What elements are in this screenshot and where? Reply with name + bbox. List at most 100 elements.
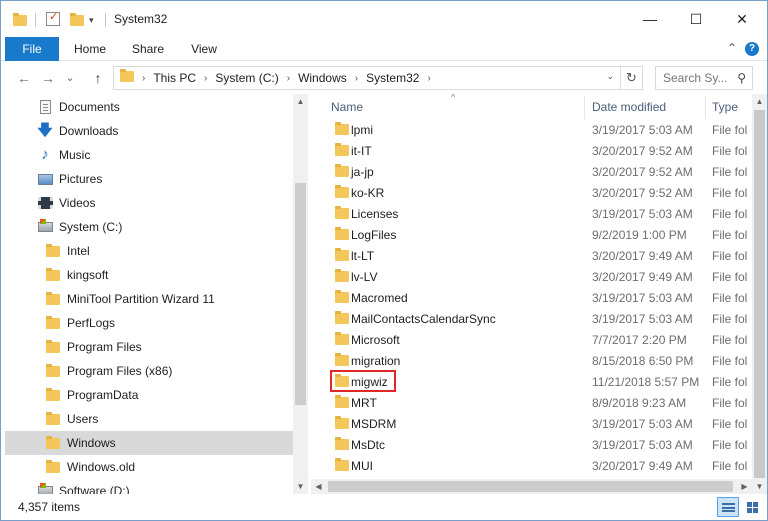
tree-item[interactable]: Windows.old <box>5 455 293 479</box>
forward-button[interactable]: → <box>39 69 57 87</box>
tree-item[interactable]: ♪ Music <box>5 143 293 167</box>
file-row[interactable]: migration 8/15/2018 6:50 PM File fol <box>311 350 767 371</box>
scroll-right-arrow[interactable]: ▶ <box>737 479 752 494</box>
file-row[interactable]: MailContactsCalendarSync 3/19/2017 5:03 A… <box>311 308 767 329</box>
toolbar-divider <box>35 13 36 27</box>
breadcrumb-this-pc[interactable]: This PC <box>153 71 196 85</box>
file-row[interactable]: it-IT 3/20/2017 9:52 AM File fol <box>311 140 767 161</box>
refresh-button[interactable]: ↻ <box>620 67 642 89</box>
tree-item[interactable]: Users <box>5 407 293 431</box>
column-divider[interactable] <box>584 96 585 119</box>
tree-item-label: Users <box>67 412 99 426</box>
folder-icon <box>45 291 61 307</box>
folder-icon <box>45 267 61 283</box>
file-row[interactable]: Licenses 3/19/2017 5:03 AM File fol <box>311 203 767 224</box>
tree-item[interactable]: Intel <box>5 239 293 263</box>
tree-item[interactable]: Videos <box>5 191 293 215</box>
tree-item[interactable]: MiniTool Partition Wizard 11 <box>5 287 293 311</box>
tree-item[interactable]: Windows <box>5 431 293 455</box>
folder-icon <box>45 339 61 355</box>
search-input[interactable] <box>663 71 729 85</box>
new-folder-icon[interactable] <box>70 11 84 29</box>
file-row[interactable]: MSDRM 3/19/2017 5:03 AM File fol <box>311 413 767 434</box>
scroll-up-arrow[interactable]: ▲ <box>752 94 767 109</box>
file-name: MsDtc <box>351 437 385 452</box>
tree-item[interactable]: Program Files (x86) <box>5 359 293 383</box>
folder-icon <box>335 122 349 138</box>
tree-item[interactable]: System (C:) <box>5 215 293 239</box>
column-divider[interactable] <box>705 96 706 119</box>
tree-item[interactable]: Documents <box>5 95 293 119</box>
ribbon-collapse-icon[interactable]: ⌃ <box>727 41 737 55</box>
back-button[interactable]: ← <box>15 69 33 87</box>
search-box[interactable]: ⚲ <box>655 66 753 90</box>
column-header-name[interactable]: Name <box>331 94 591 121</box>
tree-item[interactable]: Software (D:) <box>5 479 293 494</box>
breadcrumb-system-c[interactable]: System (C:) <box>215 71 278 85</box>
file-date-modified: 3/19/2017 5:03 AM <box>592 290 693 305</box>
file-type: File fol <box>712 185 748 200</box>
file-row[interactable]: Microsoft 7/7/2017 2:20 PM File fol <box>311 329 767 350</box>
breadcrumb-separator[interactable]: › <box>355 73 358 84</box>
file-row[interactable]: Macromed 3/19/2017 5:03 AM File fol <box>311 287 767 308</box>
scroll-up-arrow[interactable]: ▲ <box>293 94 308 109</box>
folder-icon <box>335 227 349 243</box>
file-row[interactable]: lpmi 3/19/2017 5:03 AM File fol <box>311 119 767 140</box>
address-bar[interactable]: › This PC › System (C:) › Windows › Syst… <box>113 66 643 90</box>
scroll-down-arrow[interactable]: ▼ <box>293 479 308 494</box>
recent-locations-button[interactable]: ⌄ <box>61 69 79 87</box>
file-row[interactable]: LogFiles 9/2/2019 1:00 PM File fol <box>311 224 767 245</box>
file-date-modified: 11/21/2018 5:57 PM <box>592 374 700 389</box>
tab-file[interactable]: File <box>5 37 59 61</box>
up-button[interactable]: ↑ <box>89 69 107 87</box>
scrollbar-thumb[interactable] <box>295 183 306 405</box>
tree-item[interactable]: 🡇 Downloads <box>5 119 293 143</box>
minimize-button[interactable]: — <box>627 1 673 37</box>
breadcrumb-separator[interactable]: › <box>427 73 430 84</box>
tree-item[interactable]: Program Files <box>5 335 293 359</box>
help-icon[interactable]: ? <box>745 42 759 56</box>
file-row[interactable]: ko-KR 3/20/2017 9:52 AM File fol <box>311 182 767 203</box>
tree-item-label: Documents <box>59 100 120 114</box>
details-view-button[interactable] <box>717 497 739 517</box>
file-list-vertical-scrollbar[interactable]: ▲ ▼ <box>752 94 767 494</box>
tab-share[interactable]: Share <box>125 37 171 61</box>
breadcrumb-separator[interactable]: › <box>287 73 290 84</box>
quick-access-customize-icon[interactable]: ▾ <box>89 11 94 29</box>
file-name: migration <box>351 353 401 368</box>
file-row[interactable]: migwiz 11/21/2018 5:57 PM File fol <box>311 370 767 392</box>
file-row[interactable]: lv-LV 3/20/2017 9:49 AM File fol <box>311 266 767 287</box>
tab-home[interactable]: Home <box>69 37 111 61</box>
large-icons-view-button[interactable] <box>741 497 763 517</box>
address-dropdown-icon[interactable]: ⌄ <box>606 71 614 82</box>
breadcrumb-separator[interactable]: › <box>204 73 207 84</box>
file-row[interactable]: MRT 8/9/2018 9:23 AM File fol <box>311 392 767 413</box>
folder-icon <box>335 416 349 432</box>
folder-icon <box>335 185 349 201</box>
properties-icon[interactable]: ✓ <box>46 11 60 26</box>
window-title: System32 <box>114 12 168 26</box>
file-list-horizontal-scrollbar[interactable]: ◀ ▶ <box>311 479 752 494</box>
scroll-down-arrow[interactable]: ▼ <box>752 479 767 494</box>
scrollbar-thumb[interactable] <box>328 481 733 492</box>
scrollbar-thumb[interactable] <box>754 110 765 478</box>
file-row[interactable]: ja-jp 3/20/2017 9:52 AM File fol <box>311 161 767 182</box>
column-header-date-modified[interactable]: Date modified <box>592 94 702 121</box>
file-type: File fol <box>712 395 748 410</box>
tree-item[interactable]: ProgramData <box>5 383 293 407</box>
close-button[interactable]: ✕ <box>719 1 765 37</box>
search-icon[interactable]: ⚲ <box>737 71 746 85</box>
tab-view[interactable]: View <box>183 37 225 61</box>
navigation-pane-scrollbar[interactable]: ▲ ▼ <box>293 94 308 494</box>
file-type: File fol <box>712 353 748 368</box>
maximize-button[interactable]: ☐ <box>673 1 719 37</box>
tree-item[interactable]: kingsoft <box>5 263 293 287</box>
file-row[interactable]: lt-LT 3/20/2017 9:49 AM File fol <box>311 245 767 266</box>
file-row[interactable]: MUI 3/20/2017 9:49 AM File fol <box>311 455 767 476</box>
file-row[interactable]: MsDtc 3/19/2017 5:03 AM File fol <box>311 434 767 455</box>
tree-item[interactable]: PerfLogs <box>5 311 293 335</box>
scroll-left-arrow[interactable]: ◀ <box>311 479 326 494</box>
breadcrumb-windows[interactable]: Windows <box>298 71 347 85</box>
tree-item[interactable]: Pictures <box>5 167 293 191</box>
breadcrumb-system32[interactable]: System32 <box>366 71 419 85</box>
